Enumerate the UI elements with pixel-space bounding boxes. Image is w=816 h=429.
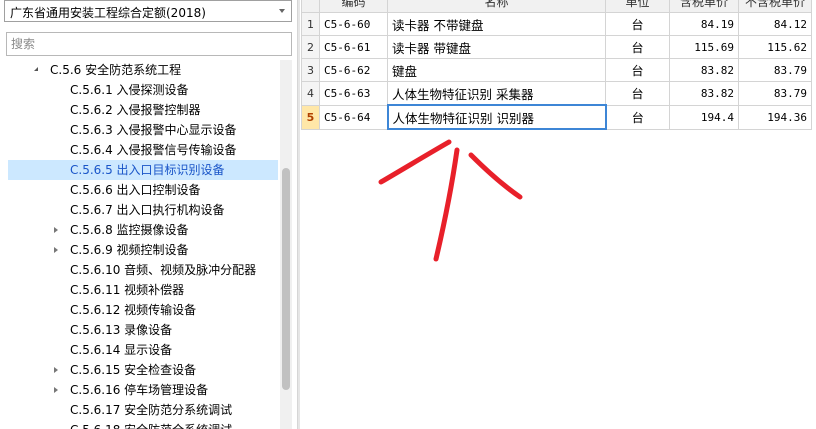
row-number[interactable]: 1: [301, 12, 320, 36]
tree-item-label: C.5.6.13 录像设备: [70, 323, 173, 337]
tree-item-label: C.5.6.16 停车场管理设备: [70, 383, 209, 397]
row-number[interactable]: 5: [301, 104, 320, 130]
chapter-tree: C.5.6 安全防范系统工程 C.5.6.1 入侵探测设备 C.5.6.2 入侵…: [0, 60, 280, 429]
cell-tax-price[interactable]: 194.4: [669, 104, 739, 130]
tree-item-label: C.5.6.7 出入口执行机构设备: [70, 203, 225, 217]
collapsed-arrow-icon[interactable]: [54, 247, 58, 253]
cell-tax-price[interactable]: 84.19: [669, 12, 739, 36]
tree-item-label: C.5.6.9 视频控制设备: [70, 243, 189, 257]
row-number-header: [301, 0, 320, 13]
search-input[interactable]: [11, 34, 281, 54]
cell-code[interactable]: C5-6-61: [319, 35, 388, 59]
expanded-arrow-icon[interactable]: [34, 67, 38, 71]
quota-library-value: 广东省通用安装工程综合定额(2018): [10, 6, 206, 20]
tree-item[interactable]: C.5.6.6 出入口控制设备: [0, 180, 280, 200]
tree-item-label: C.5.6.17 安全防范分系统调试: [70, 403, 233, 417]
tree-item-label: C.5.6.15 安全检查设备: [70, 363, 197, 377]
table-header-row: 编码 名称 单位 含税单价 不含税单价: [301, 0, 812, 13]
cell-tax-price[interactable]: 83.82: [669, 58, 739, 82]
cell-name[interactable]: 读卡器 带键盘: [387, 35, 606, 59]
tree-item-label: C.5.6.1 入侵探测设备: [70, 83, 189, 97]
cell-code[interactable]: C5-6-63: [319, 81, 388, 106]
row-number[interactable]: 2: [301, 35, 320, 59]
tree-item[interactable]: C.5.6.7 出入口执行机构设备: [0, 200, 280, 220]
tree-item[interactable]: C.5.6.8 监控摄像设备: [0, 220, 280, 240]
pane-splitter[interactable]: [297, 0, 300, 429]
tree-item-label: C.5.6.4 入侵报警信号传输设备: [70, 143, 237, 157]
collapsed-arrow-icon[interactable]: [54, 227, 58, 233]
cell-notax-price[interactable]: 83.79: [738, 58, 812, 82]
cell-unit[interactable]: 台: [605, 35, 670, 59]
tree-scrollbar[interactable]: [280, 60, 292, 429]
tree-item[interactable]: C.5.6.13 录像设备: [0, 320, 280, 340]
collapsed-arrow-icon[interactable]: [54, 367, 58, 373]
tree-item-label: C.5.6.5 出入口目标识别设备: [70, 163, 225, 177]
cell-notax-price[interactable]: 194.36: [738, 104, 812, 130]
cell-unit[interactable]: 台: [605, 58, 670, 82]
column-header-unit[interactable]: 单位: [605, 0, 670, 13]
left-pane: 广东省通用安装工程综合定额(2018) C.5.6 安全防范系统工程 C.5.6…: [0, 0, 297, 429]
tree-item-label: C.5.6.3 入侵报警中心显示设备: [70, 123, 237, 137]
table-row[interactable]: 2 C5-6-61 读卡器 带键盘 台 115.69 115.62: [301, 35, 812, 59]
cell-unit[interactable]: 台: [605, 81, 670, 106]
table-row[interactable]: 1 C5-6-60 读卡器 不带键盘 台 84.19 84.12: [301, 12, 812, 36]
tree-item-label: C.5.6 安全防范系统工程: [50, 63, 182, 77]
cell-unit[interactable]: 台: [605, 12, 670, 36]
tree-item[interactable]: C.5.6.2 入侵报警控制器: [0, 100, 280, 120]
tree-item[interactable]: C.5.6.10 音频、视频及脉冲分配器: [0, 260, 280, 280]
cell-name-active[interactable]: 人体生物特征识别 识别器: [386, 104, 607, 130]
column-header-code[interactable]: 编码: [319, 0, 388, 13]
tree-scrollbar-thumb[interactable]: [282, 168, 290, 390]
column-header-tax-price[interactable]: 含税单价: [669, 0, 739, 13]
tree-item-label: C.5.6.10 音频、视频及脉冲分配器: [70, 263, 257, 277]
tree-item[interactable]: C.5.6.11 视频补偿器: [0, 280, 280, 300]
chevron-down-icon[interactable]: [279, 9, 285, 13]
cell-name[interactable]: 读卡器 不带键盘: [387, 12, 606, 36]
tree-item-label: C.5.6.11 视频补偿器: [70, 283, 185, 297]
cell-notax-price[interactable]: 84.12: [738, 12, 812, 36]
table-row-current[interactable]: 5 C5-6-64 人体生物特征识别 识别器 台 194.4 194.36: [301, 104, 812, 130]
tree-item[interactable]: C.5.6.18 安全防范全系统调试: [0, 420, 280, 429]
tree-item[interactable]: C.5.6.16 停车场管理设备: [0, 380, 280, 400]
tree-item-selected[interactable]: C.5.6.5 出入口目标识别设备: [8, 160, 278, 180]
quota-grid: 编码 名称 单位 含税单价 不含税单价 1 C5-6-60 读卡器 不带键盘 台…: [301, 0, 816, 429]
tree-item[interactable]: C.5.6.9 视频控制设备: [0, 240, 280, 260]
tree-item-label: C.5.6.18 安全防范全系统调试: [70, 420, 232, 429]
tree-item[interactable]: C.5.6.3 入侵报警中心显示设备: [0, 120, 280, 140]
tree-item[interactable]: C.5.6.12 视频传输设备: [0, 300, 280, 320]
tree-item[interactable]: C.5.6.15 安全检查设备: [0, 360, 280, 380]
cell-code[interactable]: C5-6-64: [319, 104, 388, 130]
column-header-notax-price[interactable]: 不含税单价: [738, 0, 812, 13]
cell-code[interactable]: C5-6-62: [319, 58, 388, 82]
cell-code[interactable]: C5-6-60: [319, 12, 388, 36]
tree-item[interactable]: C.5.6.14 显示设备: [0, 340, 280, 360]
cell-unit[interactable]: 台: [605, 104, 670, 130]
tree-item-label: C.5.6.2 入侵报警控制器: [70, 103, 201, 117]
column-header-name[interactable]: 名称: [387, 0, 606, 13]
tree-item[interactable]: C.5.6.1 入侵探测设备: [0, 80, 280, 100]
row-number[interactable]: 3: [301, 58, 320, 82]
table-row[interactable]: 4 C5-6-63 人体生物特征识别 采集器 台 83.82 83.79: [301, 81, 812, 106]
tree-item-label: C.5.6.6 出入口控制设备: [70, 183, 201, 197]
row-number[interactable]: 4: [301, 81, 320, 106]
tree-item-label: C.5.6.14 显示设备: [70, 343, 173, 357]
quota-library-select[interactable]: 广东省通用安装工程综合定额(2018): [4, 0, 292, 22]
cell-tax-price[interactable]: 83.82: [669, 81, 739, 106]
tree-item-label: C.5.6.12 视频传输设备: [70, 303, 197, 317]
tree-item[interactable]: C.5.6.17 安全防范分系统调试: [0, 400, 280, 420]
cell-notax-price[interactable]: 83.79: [738, 81, 812, 106]
tree-item-label: C.5.6.8 监控摄像设备: [70, 223, 189, 237]
cell-notax-price[interactable]: 115.62: [738, 35, 812, 59]
tree-item[interactable]: C.5.6 安全防范系统工程: [0, 60, 280, 80]
cell-tax-price[interactable]: 115.69: [669, 35, 739, 59]
tree-item[interactable]: C.5.6.4 入侵报警信号传输设备: [0, 140, 280, 160]
search-box[interactable]: [6, 32, 292, 56]
collapsed-arrow-icon[interactable]: [54, 387, 58, 393]
quota-table: 编码 名称 单位 含税单价 不含税单价 1 C5-6-60 读卡器 不带键盘 台…: [301, 0, 812, 130]
table-row[interactable]: 3 C5-6-62 键盘 台 83.82 83.79: [301, 58, 812, 82]
cell-name[interactable]: 键盘: [387, 58, 606, 82]
cell-name[interactable]: 人体生物特征识别 采集器: [387, 81, 606, 106]
